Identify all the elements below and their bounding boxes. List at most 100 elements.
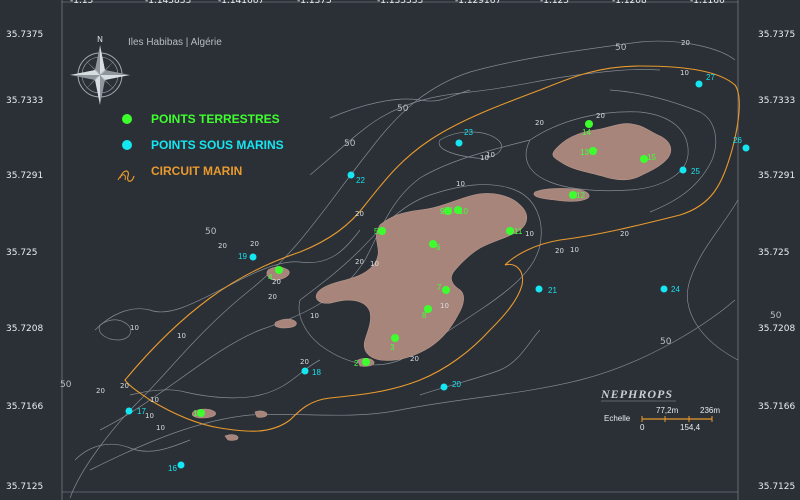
sous-marin-point-number: 18 <box>312 368 321 377</box>
islet-small-2 <box>254 410 268 418</box>
sous-marin-point-number: 26 <box>733 136 742 145</box>
terrestre-point-marker[interactable] <box>197 409 205 417</box>
terrestre-point-number: 4 <box>268 273 273 282</box>
depth-label: 20 <box>555 247 564 255</box>
terrestre-point-marker[interactable] <box>442 286 450 294</box>
terrestre-point-number: 14 <box>582 128 591 137</box>
depth-label: 10 <box>150 396 159 404</box>
legend-terrestre-marker <box>122 114 132 124</box>
longitude-label-top: -1.1208 <box>612 0 647 6</box>
sous-marin-point-marker[interactable] <box>535 285 543 293</box>
sous-marin-point-marker[interactable] <box>125 407 133 415</box>
sous-marin-point-number: 25 <box>691 167 700 176</box>
latitude-label-right: 35.7166 <box>758 402 795 412</box>
depth-label: 20 <box>620 230 629 238</box>
terrestre-point-number: 12 <box>576 191 585 200</box>
longitude-label-top: -1.1166 <box>690 0 725 6</box>
terrestre-point-number: 2 <box>354 359 359 368</box>
scale-tick-mid-top: 77,2m <box>656 406 679 415</box>
latitude-label-left: 35.7166 <box>6 402 43 412</box>
depth-label: 50 <box>660 337 672 347</box>
depth-label: 20 <box>355 210 364 218</box>
brand-logo: NEPHROPS <box>600 387 673 401</box>
depth-label: 50 <box>770 311 782 321</box>
sous-marin-point-number: 23 <box>464 128 473 137</box>
terrestre-point-number: 9 <box>440 207 445 216</box>
depth-label: 20 <box>250 240 259 248</box>
latitude-label-left: 35.7375 <box>6 30 43 40</box>
sous-marin-point-number: 16 <box>168 464 177 473</box>
longitude-label-top: -1.145833 <box>145 0 191 6</box>
map-canvas[interactable]: Iles Habibas | Algérie N POINTS TERRESTR… <box>0 0 800 500</box>
sous-marin-point-marker[interactable] <box>301 367 309 375</box>
map-title: Iles Habibas | Algérie <box>128 37 222 48</box>
sous-marin-point-number: 19 <box>238 252 247 261</box>
depth-label: 20 <box>218 242 227 250</box>
terrestre-point-number: 1 <box>193 409 198 418</box>
longitude-label-top: -1.141667 <box>218 0 264 6</box>
terrestre-point-number: 15 <box>647 153 656 162</box>
depth-label: 20 <box>535 119 544 127</box>
depth-label: 10 <box>440 302 449 310</box>
longitude-label-top: -1.15 <box>70 0 93 6</box>
depth-label: 10 <box>156 424 165 432</box>
legend-circuit-label: CIRCUIT MARIN <box>151 164 242 178</box>
sous-marin-point-number: 27 <box>706 73 715 82</box>
latitude-label-right: 35.7291 <box>758 171 795 181</box>
sous-marin-point-marker[interactable] <box>742 144 750 152</box>
longitude-label-top: -1.129167 <box>455 0 501 6</box>
sous-marin-point-marker[interactable] <box>679 166 687 174</box>
sous-marin-point-marker[interactable] <box>177 461 185 469</box>
scale-tick-start-bottom: 0 <box>640 423 645 432</box>
legend-sous-marin-marker <box>122 140 132 150</box>
depth-label: 20 <box>268 293 277 301</box>
depth-label: 50 <box>615 43 627 53</box>
sous-marin-point-number: 22 <box>356 176 365 185</box>
sous-marin-point-number: 17 <box>137 407 146 416</box>
depth-label: 10 <box>177 332 186 340</box>
terrestre-point-marker[interactable] <box>275 266 283 274</box>
terrestre-point-number: 8 <box>422 311 427 320</box>
terrestre-point-marker[interactable] <box>362 358 370 366</box>
sous-marin-point-marker[interactable] <box>347 171 355 179</box>
terrestre-point-number: 3 <box>390 343 395 352</box>
latitude-label-right: 35.7375 <box>758 30 795 40</box>
longitude-label-top: -1.125 <box>540 0 569 6</box>
sous-marin-point-number: 20 <box>452 380 461 389</box>
terrestre-point-number: 6 <box>436 243 441 252</box>
depth-label: 50 <box>205 227 217 237</box>
depth-label: 20 <box>596 112 605 120</box>
terrestre-point-marker[interactable] <box>378 227 386 235</box>
legend-sous-marin-label: POINTS SOUS MARINS <box>151 138 284 152</box>
longitude-labels-top: -1.15 -1.145833 -1.141667 -1.1375 -1.133333 -… <box>70 0 725 6</box>
terrestre-point-number: 11 <box>514 227 523 236</box>
terrestre-point-marker[interactable] <box>585 120 593 128</box>
terrestre-point-marker[interactable] <box>391 334 399 342</box>
depth-label: 10 <box>456 180 465 188</box>
depth-label: 20 <box>300 358 309 366</box>
scale-tick-end-top: 236m <box>700 406 720 415</box>
sous-marin-point-marker[interactable] <box>249 253 257 261</box>
sous-marin-point-marker[interactable] <box>695 80 703 88</box>
depth-label: 10 <box>130 324 139 332</box>
terrestre-point-marker[interactable] <box>444 207 452 215</box>
scale-tick-mid-bottom: 154,4 <box>680 423 701 432</box>
legend-terrestre-label: POINTS TERRESTRES <box>151 112 280 126</box>
depth-label: 50 <box>60 380 72 390</box>
sous-marin-point-marker[interactable] <box>440 383 448 391</box>
terrestre-point-number: 13 <box>580 148 589 157</box>
terrestre-point-marker[interactable] <box>589 147 597 155</box>
terrestre-point-number: 7 <box>437 283 442 292</box>
depth-label: 50 <box>344 139 356 149</box>
depth-label: 20 <box>120 382 129 390</box>
sous-marin-point-marker[interactable] <box>455 139 463 147</box>
sous-marin-point-marker[interactable] <box>660 285 668 293</box>
latitude-label-right: 35.725 <box>758 248 790 258</box>
latitude-label-left: 35.7208 <box>6 324 43 334</box>
compass-north-label: N <box>97 35 103 44</box>
latitude-label-left: 35.725 <box>6 248 38 258</box>
depth-label: 50 <box>397 104 409 114</box>
depth-label: 20 <box>681 39 690 47</box>
depth-label: 10 <box>680 69 689 77</box>
terrestre-point-marker[interactable] <box>506 227 514 235</box>
